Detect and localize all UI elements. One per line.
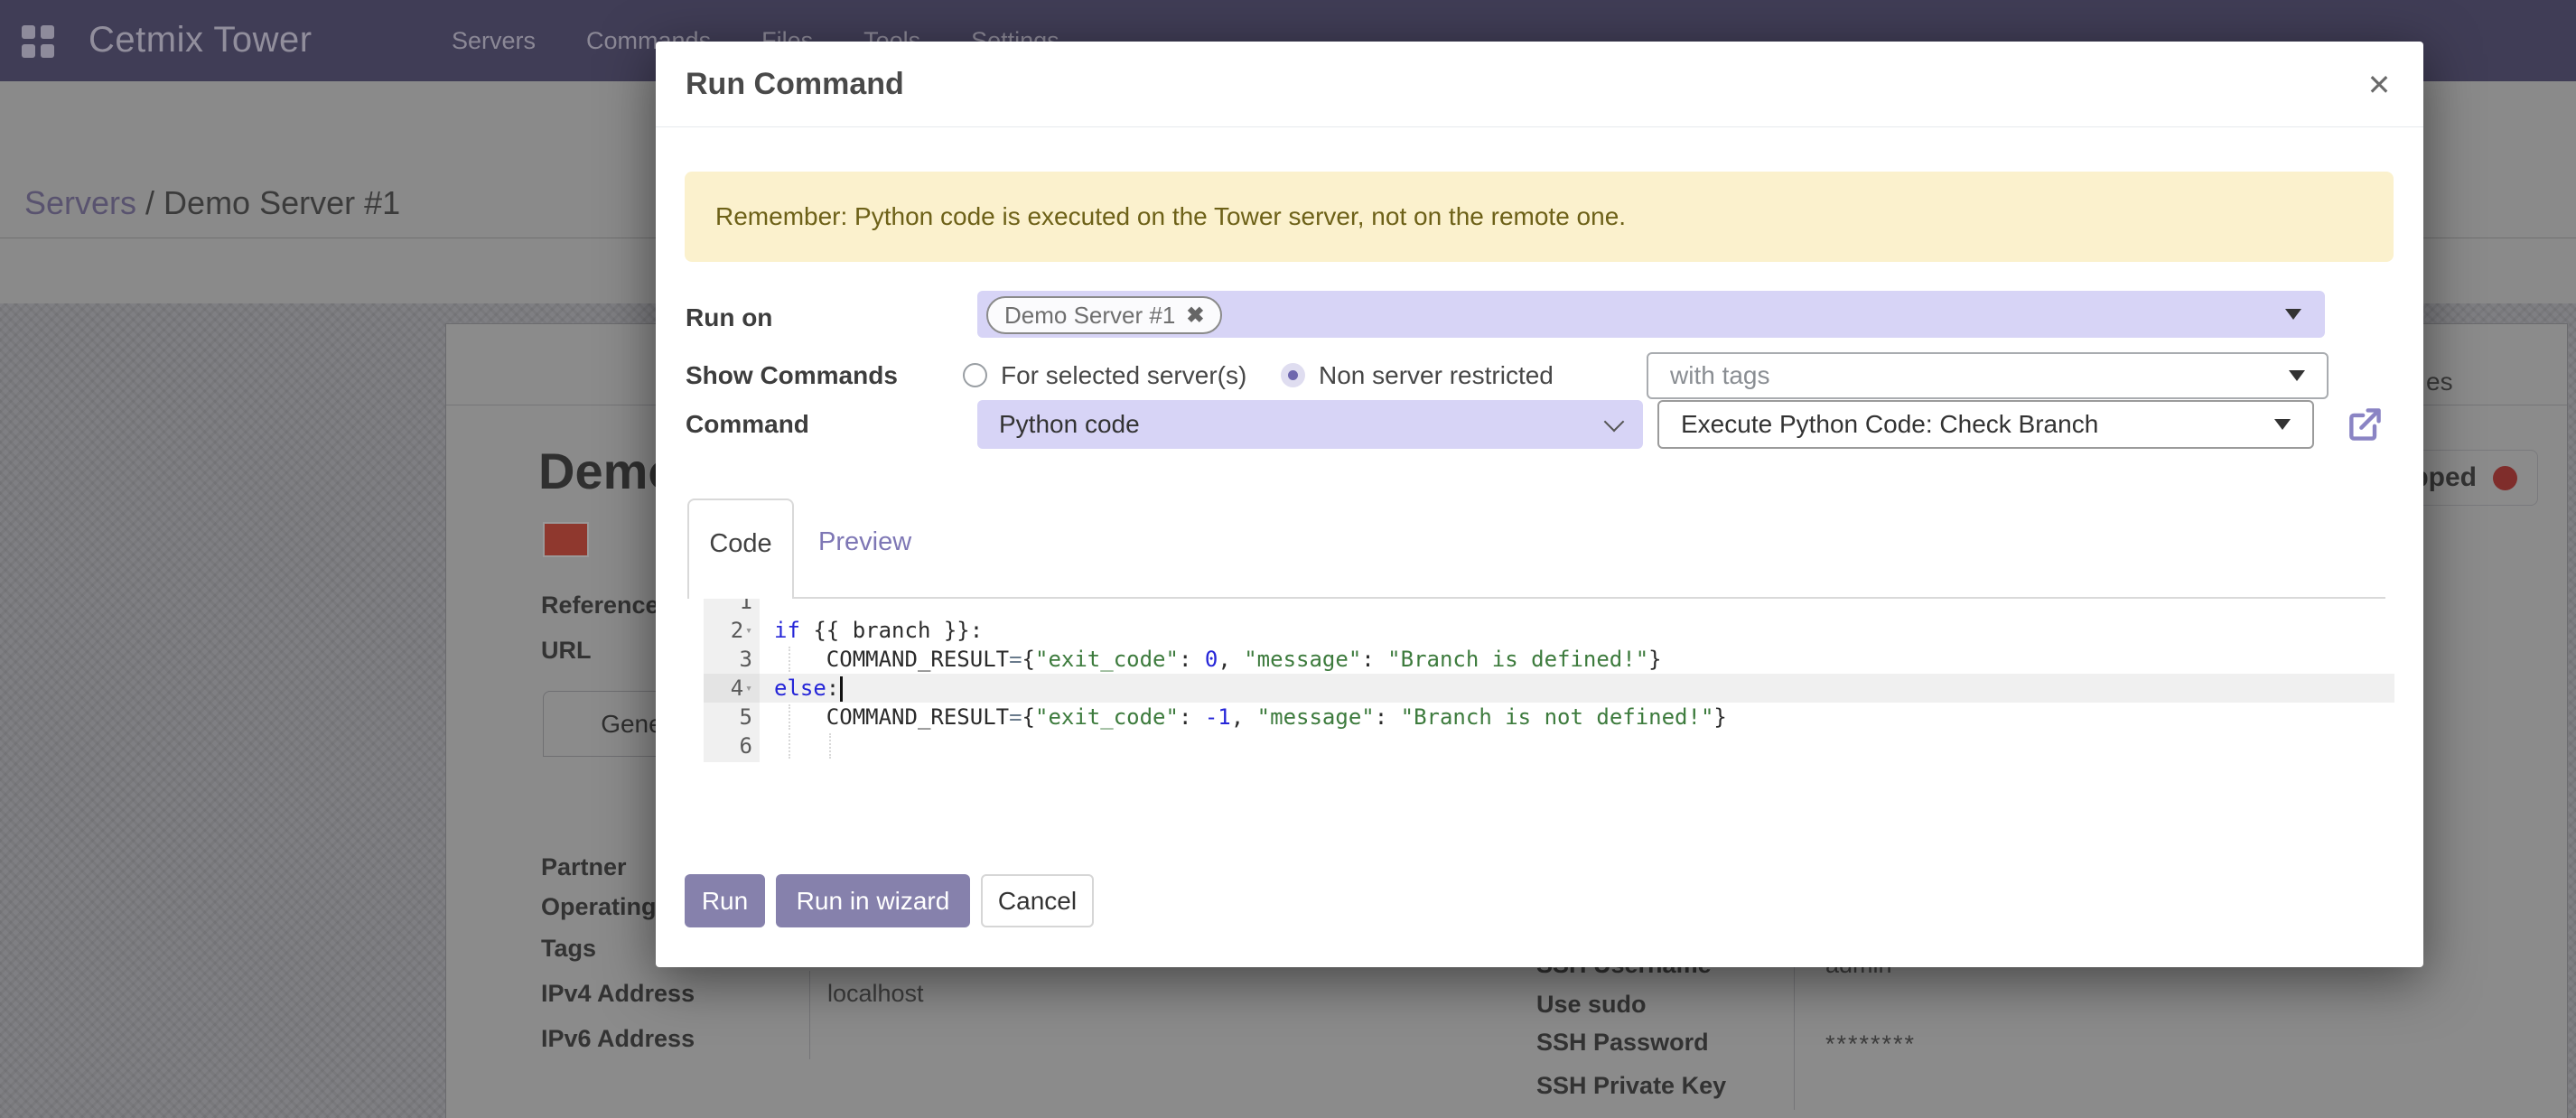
code-line-5[interactable]: COMMAND_RESULT={"exit_code": -1, "messag… [760, 703, 2394, 731]
caret-down-icon [2274, 419, 2291, 430]
screen: Cetmix Tower Servers Commands Files Tool… [0, 0, 2576, 1118]
status-dot-icon [2493, 466, 2517, 490]
close-icon[interactable]: ✕ [2361, 67, 2397, 103]
tab-code[interactable]: Code [687, 498, 794, 599]
command-label: Command [686, 410, 809, 439]
run-button[interactable]: Run [685, 874, 765, 927]
indent-guide [829, 733, 831, 759]
command-type-select[interactable]: Python code [977, 400, 1643, 449]
command-reference-select[interactable]: Execute Python Code: Check Branch [1657, 400, 2314, 449]
chevron-down-icon [1604, 412, 1625, 433]
run-on-label: Run on [686, 303, 772, 332]
code-line-1[interactable] [760, 587, 2394, 616]
remove-tag-icon[interactable]: ✖ [1186, 303, 1204, 329]
fold-caret-icon[interactable]: ▾ [745, 682, 752, 695]
url-label: URL [541, 637, 592, 665]
apps-grid-icon[interactable] [22, 25, 54, 58]
code-line-2[interactable]: if {{ branch }}: [760, 616, 2394, 645]
editor-gutter: 12▾34▾56 [704, 587, 760, 762]
run-in-wizard-button[interactable]: Run in wizard [776, 874, 970, 927]
ipv4-label: IPv4 Address [541, 980, 695, 1008]
field-divider [1794, 956, 1795, 1110]
color-swatch[interactable] [543, 522, 589, 557]
code-line-4[interactable]: else: [760, 674, 2394, 703]
indent-guide [789, 647, 790, 672]
gutter-line-2[interactable]: 2▾ [704, 616, 760, 645]
server-tag[interactable]: Demo Server #1 ✖ [986, 296, 1222, 334]
code-line-3[interactable]: COMMAND_RESULT={"exit_code": 0, "message… [760, 645, 2394, 674]
fold-caret-icon[interactable]: ▾ [745, 624, 752, 638]
warning-alert: Remember: Python code is executed on the… [685, 172, 2394, 262]
radio-for-selected-servers[interactable] [963, 363, 987, 387]
gutter-line-6[interactable]: 6 [704, 731, 760, 760]
gutter-line-3[interactable]: 3 [704, 645, 760, 674]
tab-preview[interactable]: Preview [818, 527, 911, 557]
breadcrumb-current: Demo Server #1 [163, 184, 400, 221]
cancel-button[interactable]: Cancel [981, 874, 1094, 927]
indent-guide [789, 733, 790, 759]
partner-label: Partner [541, 853, 627, 881]
brand-title: Cetmix Tower [89, 20, 313, 61]
tags-label: Tags [541, 935, 596, 963]
gutter-line-5[interactable]: 5 [704, 703, 760, 731]
breadcrumb: Servers / Demo Server #1 [24, 184, 400, 222]
ipv4-value: localhost [827, 980, 924, 1008]
ssh-private-key-label: SSH Private Key [1536, 1072, 1726, 1100]
ssh-password-value: ******** [1825, 1030, 1916, 1058]
indent-guide [789, 704, 790, 730]
text-cursor [840, 676, 843, 702]
code-editor[interactable]: 12▾34▾56 if {{ branch }}: COMMAND_RESULT… [704, 587, 2394, 766]
ssh-password-label: SSH Password [1536, 1029, 1709, 1057]
reference-label: Reference [541, 592, 659, 620]
gutter-line-4[interactable]: 4▾ [704, 674, 760, 703]
caret-down-icon [2289, 370, 2305, 381]
alert-text: Remember: Python code is executed on the… [715, 202, 1626, 231]
external-link-icon[interactable] [2345, 405, 2385, 444]
with-tags-select[interactable]: with tags [1647, 352, 2329, 399]
code-line-6[interactable] [760, 731, 2394, 760]
radio-non-server-restricted[interactable] [1281, 363, 1305, 387]
header-divider [656, 126, 2423, 127]
menu-item-servers[interactable]: Servers [452, 27, 536, 55]
radio-non-server-restricted-label[interactable]: Non server restricted [1319, 361, 1554, 390]
editor-code-area[interactable]: if {{ branch }}: COMMAND_RESULT={"exit_c… [760, 587, 2394, 762]
breadcrumb-servers[interactable]: Servers [24, 184, 136, 221]
show-commands-label: Show Commands [686, 361, 898, 390]
run-command-dialog: Run Command ✕ Remember: Python code is e… [656, 42, 2423, 967]
dialog-title: Run Command [686, 67, 904, 102]
with-tags-placeholder: with tags [1670, 361, 1770, 390]
radio-for-selected-servers-label[interactable]: For selected server(s) [1001, 361, 1246, 390]
ipv6-label: IPv6 Address [541, 1025, 695, 1053]
smart-button-text-fragment[interactable]: es [2426, 368, 2453, 396]
run-on-field[interactable]: Demo Server #1 ✖ [977, 291, 2325, 338]
caret-down-icon[interactable] [2285, 309, 2301, 320]
use-sudo-label: Use sudo [1536, 991, 1647, 1019]
field-divider [809, 971, 810, 1059]
